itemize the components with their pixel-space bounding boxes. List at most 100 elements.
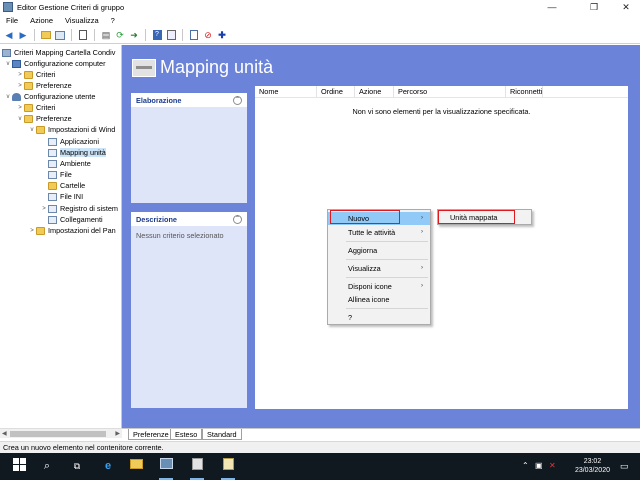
refresh-icon[interactable]: ⟳ <box>114 29 126 41</box>
highlight-callout-unita-mappata <box>438 210 515 224</box>
add-icon[interactable]: ✚ <box>216 29 228 41</box>
menu-file[interactable]: File <box>0 16 24 25</box>
expand-chevron-icon[interactable]: > <box>40 206 48 212</box>
tree-horizontal-scrollbar[interactable]: ◀ ▶ <box>0 428 122 438</box>
network-icon[interactable]: ▣ <box>535 461 543 470</box>
edge-browser-icon[interactable]: e <box>100 458 116 475</box>
filter-icon[interactable] <box>165 29 177 41</box>
menu-item-help[interactable]: ? <box>328 311 430 324</box>
tree-item-computer-preferenze[interactable]: > Preferenze <box>16 80 71 91</box>
column-header-ordine[interactable]: Ordine <box>317 86 355 97</box>
scrollbar-thumb[interactable] <box>10 431 106 437</box>
tree-item-mapping-unita[interactable]: Mapping unità <box>48 147 106 158</box>
help-icon[interactable]: ? <box>151 29 163 41</box>
column-header-percorso[interactable]: Percorso <box>394 86 506 97</box>
toolbar-separator <box>94 29 95 41</box>
folder-icon <box>24 70 33 79</box>
tab-preferenze[interactable]: Preferenze <box>128 429 174 440</box>
tree-item-ambiente[interactable]: Ambiente <box>48 158 91 169</box>
back-icon[interactable]: ◀ <box>3 29 15 41</box>
print-icon[interactable]: ▤ <box>100 29 112 41</box>
export-icon[interactable]: ➜ <box>128 29 140 41</box>
processing-panel-header[interactable]: Elaborazione ⌃ <box>131 93 247 107</box>
collapse-chevron-icon[interactable]: v <box>4 94 12 100</box>
tab-esteso[interactable]: Esteso <box>170 429 203 440</box>
up-folder-icon[interactable] <box>40 29 52 41</box>
tree-item-file[interactable]: File <box>48 169 72 180</box>
expand-chevron-icon[interactable]: > <box>28 228 36 234</box>
highlight-callout-nuovo <box>330 210 400 224</box>
folder-icon <box>24 103 33 112</box>
tree-item-cartelle[interactable]: Cartelle <box>48 180 85 191</box>
tree-item-file-ini[interactable]: File INI <box>48 191 83 202</box>
scroll-left-icon[interactable]: ◀ <box>2 429 7 439</box>
tree-item-label: Preferenze <box>36 114 72 123</box>
collapse-chevron-icon[interactable]: v <box>16 116 24 122</box>
collapse-icon[interactable]: ⌃ <box>233 95 242 105</box>
properties-page-icon[interactable] <box>188 29 200 41</box>
title-bar: Editor Gestione Criteri di gruppo — ❐ ✕ <box>0 0 640 14</box>
column-header-azione[interactable]: Azione <box>355 86 394 97</box>
forward-icon[interactable]: ▶ <box>17 29 29 41</box>
tab-standard[interactable]: Standard <box>202 429 242 440</box>
search-icon[interactable]: ⌕ <box>40 458 54 475</box>
column-header-nome[interactable]: Nome <box>255 86 317 97</box>
tree-item-user-criteri[interactable]: > Criteri <box>16 102 55 113</box>
collapse-chevron-icon[interactable]: v <box>28 127 36 133</box>
menu-item-label: Aggiorna <box>348 246 378 255</box>
show-hidden-icons-icon[interactable]: ⌃ <box>522 461 529 470</box>
menu-item-aggiorna[interactable]: Aggiorna <box>328 244 430 257</box>
collapse-icon[interactable]: ⌃ <box>233 214 242 224</box>
menu-item-visualizza[interactable]: Visualizza › <box>328 262 430 275</box>
scroll-right-icon[interactable]: ▶ <box>115 429 120 439</box>
server-manager-icon[interactable] <box>157 458 175 480</box>
tree-item-registro[interactable]: > Registro di sistem <box>40 203 118 214</box>
volume-muted-icon[interactable]: ✕ <box>549 461 556 470</box>
folder-icon <box>24 114 33 123</box>
stop-icon[interactable]: ⊘ <box>202 29 214 41</box>
expand-chevron-icon[interactable]: > <box>16 83 24 89</box>
menu-help[interactable]: ? <box>105 16 121 25</box>
menu-separator <box>346 241 428 242</box>
tree-item-collegamenti[interactable]: Collegamenti <box>48 214 103 225</box>
shortcut-icon <box>48 215 57 224</box>
gpo-editor-taskbar-icon[interactable] <box>219 458 237 480</box>
menu-azione[interactable]: Azione <box>24 16 59 25</box>
tree-item-control-panel-settings[interactable]: > Impostazioni del Pan <box>28 225 116 236</box>
expand-chevron-icon[interactable]: > <box>16 72 24 78</box>
maximize-button[interactable]: ❐ <box>580 0 608 14</box>
file-explorer-icon[interactable] <box>128 458 144 475</box>
tree-item-windows-settings[interactable]: v Impostazioni di Wind <box>28 124 116 135</box>
menu-separator <box>346 308 428 309</box>
notifications-icon[interactable]: ▭ <box>620 461 629 472</box>
tree-item-user-configuration[interactable]: v Configurazione utente <box>4 91 96 102</box>
console-tree: Criteri Mapping Cartella Condiv v Config… <box>0 45 122 428</box>
collapse-chevron-icon[interactable]: v <box>4 61 12 67</box>
items-list-view[interactable]: Nome Ordine Azione Percorso Riconnetti N… <box>255 86 628 409</box>
task-view-icon[interactable]: ⧉ <box>70 458 84 475</box>
menu-visualizza[interactable]: Visualizza <box>59 16 105 25</box>
tree-item-user-preferenze[interactable]: v Preferenze <box>16 113 72 124</box>
status-bar: Crea un nuovo elemento nel contenitore c… <box>0 441 640 453</box>
system-clock[interactable]: 23:02 23/03/2020 <box>575 457 610 475</box>
minimize-button[interactable]: — <box>538 0 566 14</box>
expand-chevron-icon[interactable]: > <box>16 105 24 111</box>
column-header-riconnetti[interactable]: Riconnetti <box>506 86 543 97</box>
menu-item-tutte-le-attivita[interactable]: Tutte le attività › <box>328 226 430 239</box>
toolbar-separator <box>182 29 183 41</box>
menu-item-label: Disponi icone <box>348 282 392 291</box>
tree-item-computer-criteri[interactable]: > Criteri <box>16 69 55 80</box>
tree-item-label: Impostazioni di Wind <box>48 125 116 134</box>
tree-item-policy-root[interactable]: Criteri Mapping Cartella Condiv <box>2 47 115 58</box>
folder-icon <box>36 125 45 134</box>
close-button[interactable]: ✕ <box>612 0 640 14</box>
properties-icon[interactable] <box>77 29 89 41</box>
description-panel-header[interactable]: Descrizione ⌃ <box>131 212 247 226</box>
tree-item-computer-configuration[interactable]: v Configurazione computer <box>4 58 106 69</box>
tree-item-applicazioni[interactable]: Applicazioni <box>48 136 99 147</box>
show-tree-icon[interactable] <box>54 29 66 41</box>
menu-item-allinea-icone[interactable]: Allinea icone <box>328 293 430 306</box>
gpmc-taskbar-icon[interactable] <box>188 458 206 480</box>
menu-item-disponi-icone[interactable]: Disponi icone › <box>328 280 430 293</box>
windows-start-icon[interactable] <box>12 458 26 475</box>
